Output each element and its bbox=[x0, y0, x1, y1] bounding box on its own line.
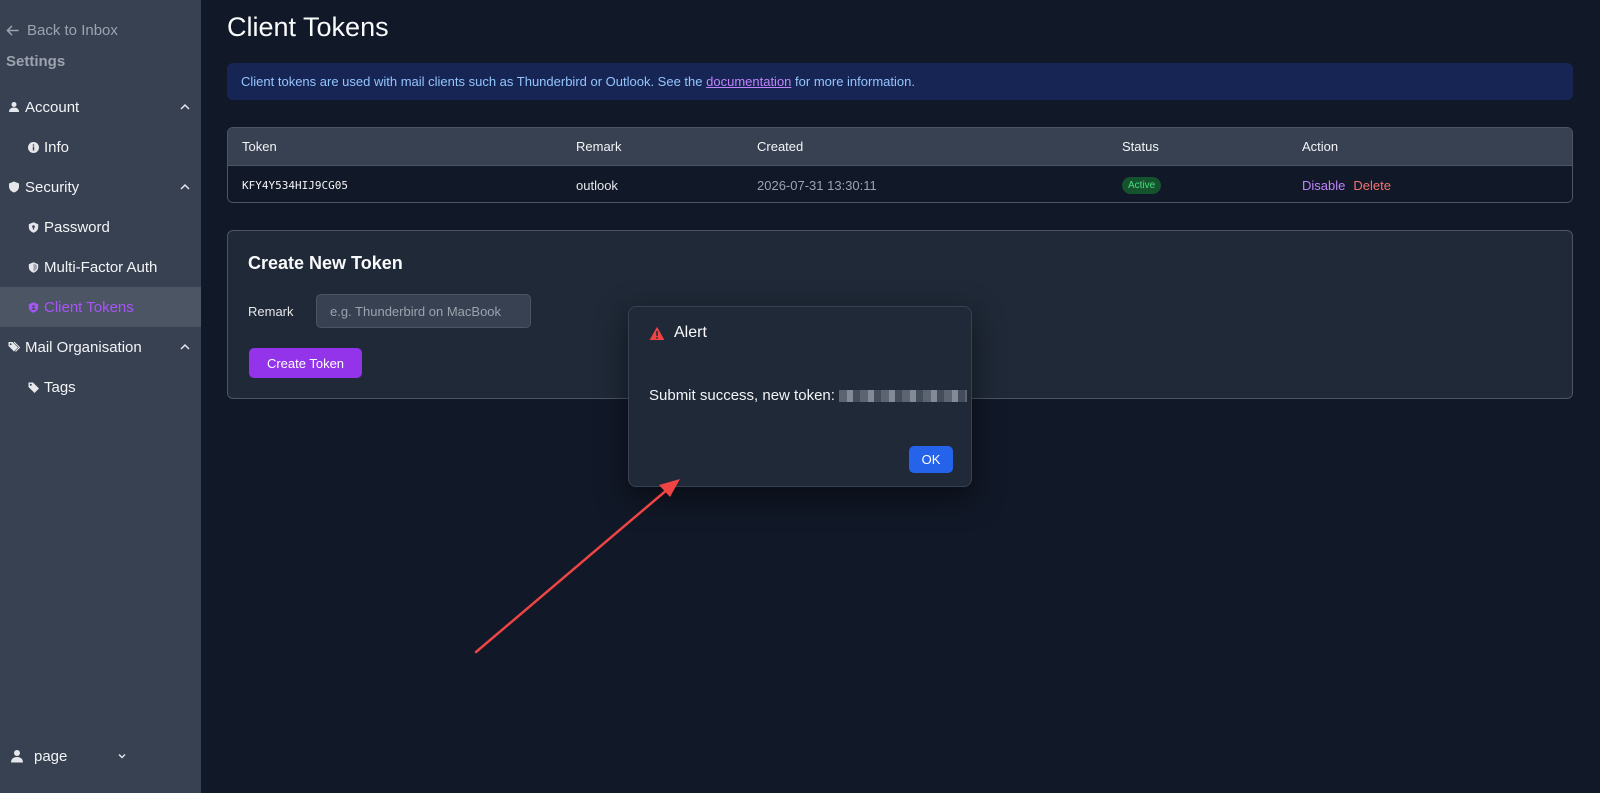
shield-keyhole-icon bbox=[28, 221, 39, 233]
column-header-status: Status bbox=[1122, 139, 1159, 154]
redacted-token bbox=[838, 389, 967, 402]
nav-group-label: Mail Organisation bbox=[25, 338, 142, 356]
alert-message: Submit success, new token: bbox=[649, 387, 967, 404]
back-to-inbox-label: Back to Inbox bbox=[27, 21, 118, 39]
sidebar-item-label: Info bbox=[44, 138, 70, 156]
shield-halved-icon bbox=[28, 261, 39, 273]
action-cell: Disable Delete bbox=[1302, 166, 1391, 202]
sidebar-item-label: Tags bbox=[44, 378, 76, 396]
column-header-remark: Remark bbox=[576, 139, 622, 154]
token-value: KFY4Y534HIJ9CG05 bbox=[242, 178, 348, 192]
alert-dialog: Alert Submit success, new token: OK bbox=[628, 306, 972, 487]
nav-group-label: Account bbox=[25, 98, 80, 116]
shield-icon bbox=[8, 181, 20, 193]
back-to-inbox-link[interactable]: Back to Inbox bbox=[6, 20, 118, 40]
settings-heading: Settings bbox=[6, 53, 66, 70]
tags-icon bbox=[8, 341, 20, 353]
info-icon bbox=[28, 141, 39, 153]
sidebar-item-info[interactable]: Info bbox=[0, 127, 201, 167]
create-token-button[interactable]: Create Token bbox=[249, 348, 362, 378]
arrow-left-icon bbox=[6, 25, 19, 35]
ok-button[interactable]: OK bbox=[909, 446, 953, 473]
user-name: page bbox=[34, 747, 68, 765]
disable-button[interactable]: Disable bbox=[1302, 178, 1345, 193]
sidebar-item-client-tokens[interactable]: Client Tokens bbox=[0, 287, 201, 327]
created-value: 2026-07-31 13:30:11 bbox=[757, 177, 877, 193]
nav-group-security[interactable]: Security bbox=[0, 167, 201, 207]
warning-icon bbox=[649, 326, 665, 340]
chevron-up-icon bbox=[180, 103, 190, 110]
table-row: KFY4Y534HIJ9CG05 outlook 2026-07-31 13:3… bbox=[228, 166, 1572, 202]
column-header-created: Created bbox=[757, 139, 804, 154]
create-token-title: Create New Token bbox=[248, 253, 403, 273]
column-header-action: Action bbox=[1302, 139, 1339, 154]
alert-message-text: Submit success, new token: bbox=[649, 387, 835, 404]
nav-group-account[interactable]: Account bbox=[0, 87, 201, 127]
nav-group-label: Security bbox=[25, 178, 80, 196]
sidebar-item-password[interactable]: Password bbox=[0, 207, 201, 247]
chevron-up-icon bbox=[180, 183, 190, 190]
user-menu[interactable]: page bbox=[10, 745, 127, 767]
documentation-link[interactable]: documentation bbox=[706, 74, 791, 89]
table-header: Token Remark Created Status Action bbox=[228, 128, 1572, 166]
status-badge: Active bbox=[1122, 176, 1162, 194]
user-shield-icon bbox=[28, 301, 39, 313]
page-title: Client Tokens bbox=[227, 12, 389, 42]
column-header-token: Token bbox=[242, 139, 277, 154]
alert-title: Alert bbox=[674, 324, 707, 341]
chevron-down-icon bbox=[118, 754, 126, 759]
sidebar-item-label: Multi-Factor Auth bbox=[44, 258, 158, 276]
sidebar-item-tags[interactable]: Tags bbox=[0, 367, 201, 407]
remark-input[interactable] bbox=[316, 294, 531, 328]
nav-group-mail-organisation[interactable]: Mail Organisation bbox=[0, 327, 201, 367]
settings-sidebar: Back to Inbox Settings Account Info Secu… bbox=[0, 0, 201, 793]
sidebar-item-label: Password bbox=[44, 218, 110, 236]
remark-value: outlook bbox=[576, 177, 618, 193]
banner-text-suffix: for more information. bbox=[795, 74, 915, 89]
info-banner: Client tokens are used with mail clients… bbox=[227, 63, 1573, 100]
chevron-up-icon bbox=[180, 343, 190, 350]
sidebar-item-multi-factor-auth[interactable]: Multi-Factor Auth bbox=[0, 247, 201, 287]
alert-header: Alert bbox=[649, 324, 707, 342]
user-icon bbox=[8, 101, 20, 113]
delete-button[interactable]: Delete bbox=[1353, 178, 1391, 193]
tag-icon bbox=[28, 382, 39, 393]
user-icon bbox=[11, 750, 23, 763]
sidebar-item-label: Client Tokens bbox=[44, 298, 134, 316]
tokens-table: Token Remark Created Status Action KFY4Y… bbox=[227, 127, 1573, 203]
remark-label: Remark bbox=[248, 304, 294, 319]
status-cell: Active bbox=[1122, 166, 1162, 202]
banner-text-prefix: Client tokens are used with mail clients… bbox=[241, 74, 703, 89]
